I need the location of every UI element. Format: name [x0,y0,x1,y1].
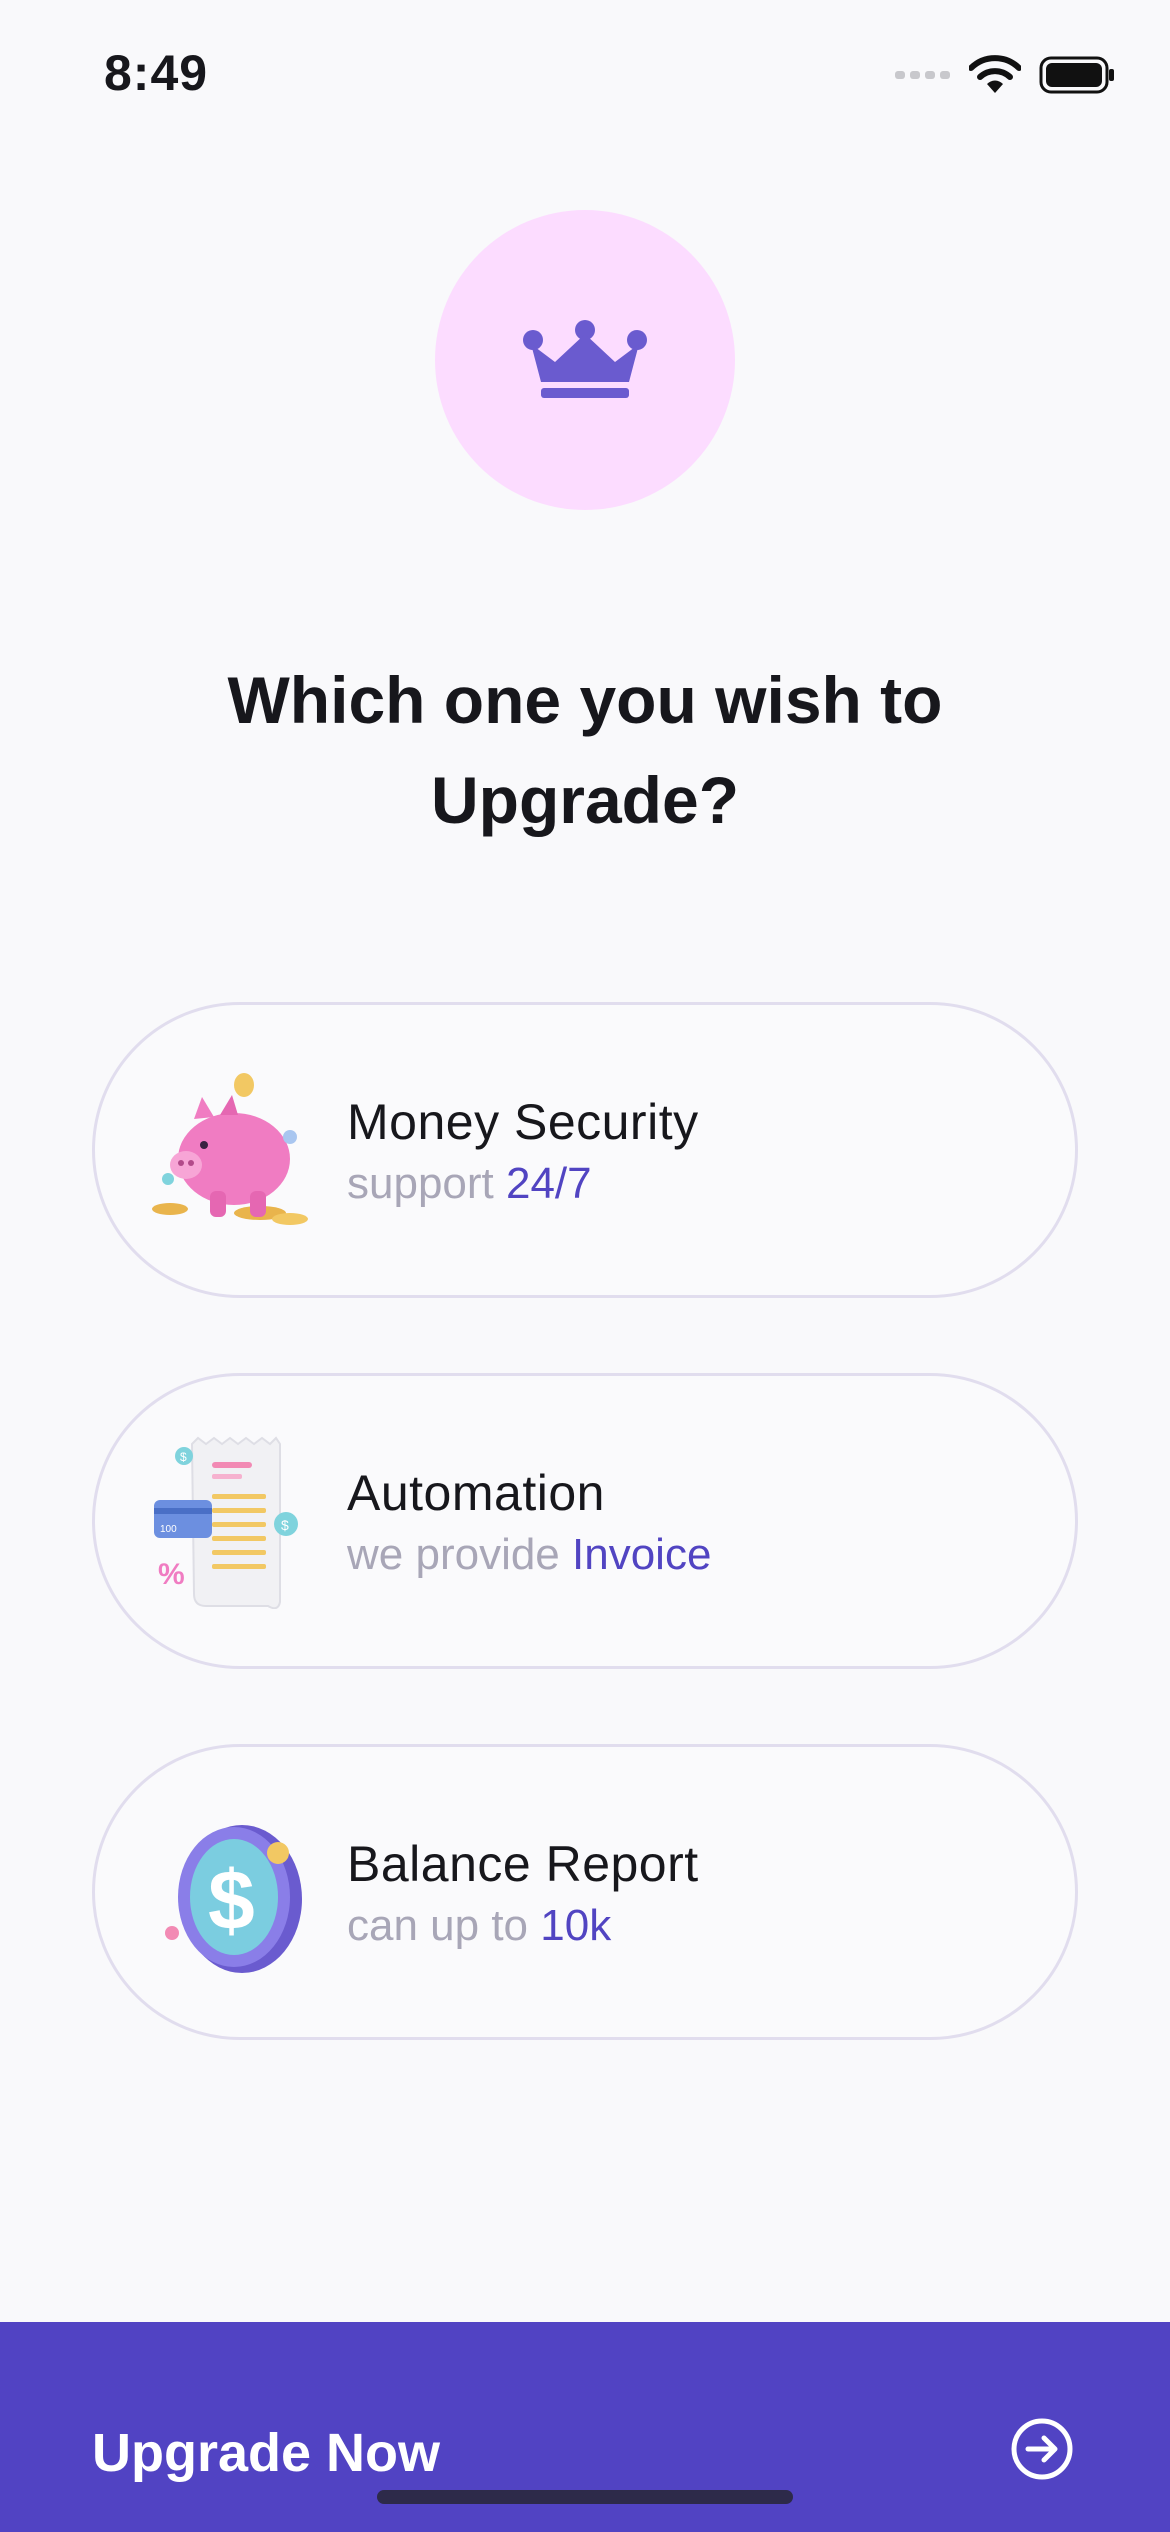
upgrade-now-label: Upgrade Now [92,2423,441,2483]
option-text: Balance Report can up to 10k [347,1833,699,1957]
option-subtitle-accent: Invoice [572,1530,712,1579]
page-title-line2: Upgrade? [430,763,740,837]
option-subtitle-accent: 10k [540,1901,612,1950]
receipt-card-text: 100 [160,1524,177,1535]
svg-text:%: % [158,1558,185,1591]
option-title: Balance Report [347,1836,699,1892]
option-subtitle-prefix: support [347,1159,506,1208]
option-card-balance-report[interactable]: $ Balance Report can up to 10k [92,1744,1078,2040]
crown-badge [435,210,735,510]
svg-text:$: $ [281,1517,289,1533]
home-indicator[interactable] [377,2490,793,2504]
status-time: 8:49 [104,45,209,101]
option-card-money-security[interactable]: Money Security support 24/7 [92,1002,1078,1298]
status-bar: 8:49 [0,0,1170,150]
svg-text:$: $ [180,1450,187,1464]
option-subtitle-accent: 24/7 [505,1159,592,1208]
option-card-automation[interactable]: 100 $ $ % Automation we provide Invoice [92,1373,1078,1669]
option-subtitle: support 24/7 [347,1153,699,1215]
option-subtitle: we provide Invoice [347,1524,711,1586]
page-title-line1: Which one you wish to [227,663,943,737]
crown-icon [523,320,647,398]
signal-icon [895,71,950,79]
invoice-receipt-icon: 100 $ $ % [154,1436,298,1609]
piggy-bank-icon [152,1073,308,1225]
arrow-right-circle-icon[interactable] [1010,2417,1074,2481]
option-text: Automation we provide Invoice [347,1462,711,1586]
page-title: Which one you wish to Upgrade? [100,650,1070,850]
wifi-icon [969,55,1021,93]
dollar-coin-icon: $ [165,1825,302,1973]
option-title: Money Security [347,1094,699,1150]
option-text: Money Security support 24/7 [347,1091,699,1215]
option-subtitle-prefix: we provide [347,1530,573,1579]
option-subtitle-prefix: can up to [347,1901,541,1950]
svg-text:$: $ [208,1853,255,1947]
option-subtitle: can up to 10k [347,1895,699,1957]
battery-icon [1039,56,1114,94]
option-title: Automation [347,1465,605,1521]
status-icons [895,50,1115,100]
